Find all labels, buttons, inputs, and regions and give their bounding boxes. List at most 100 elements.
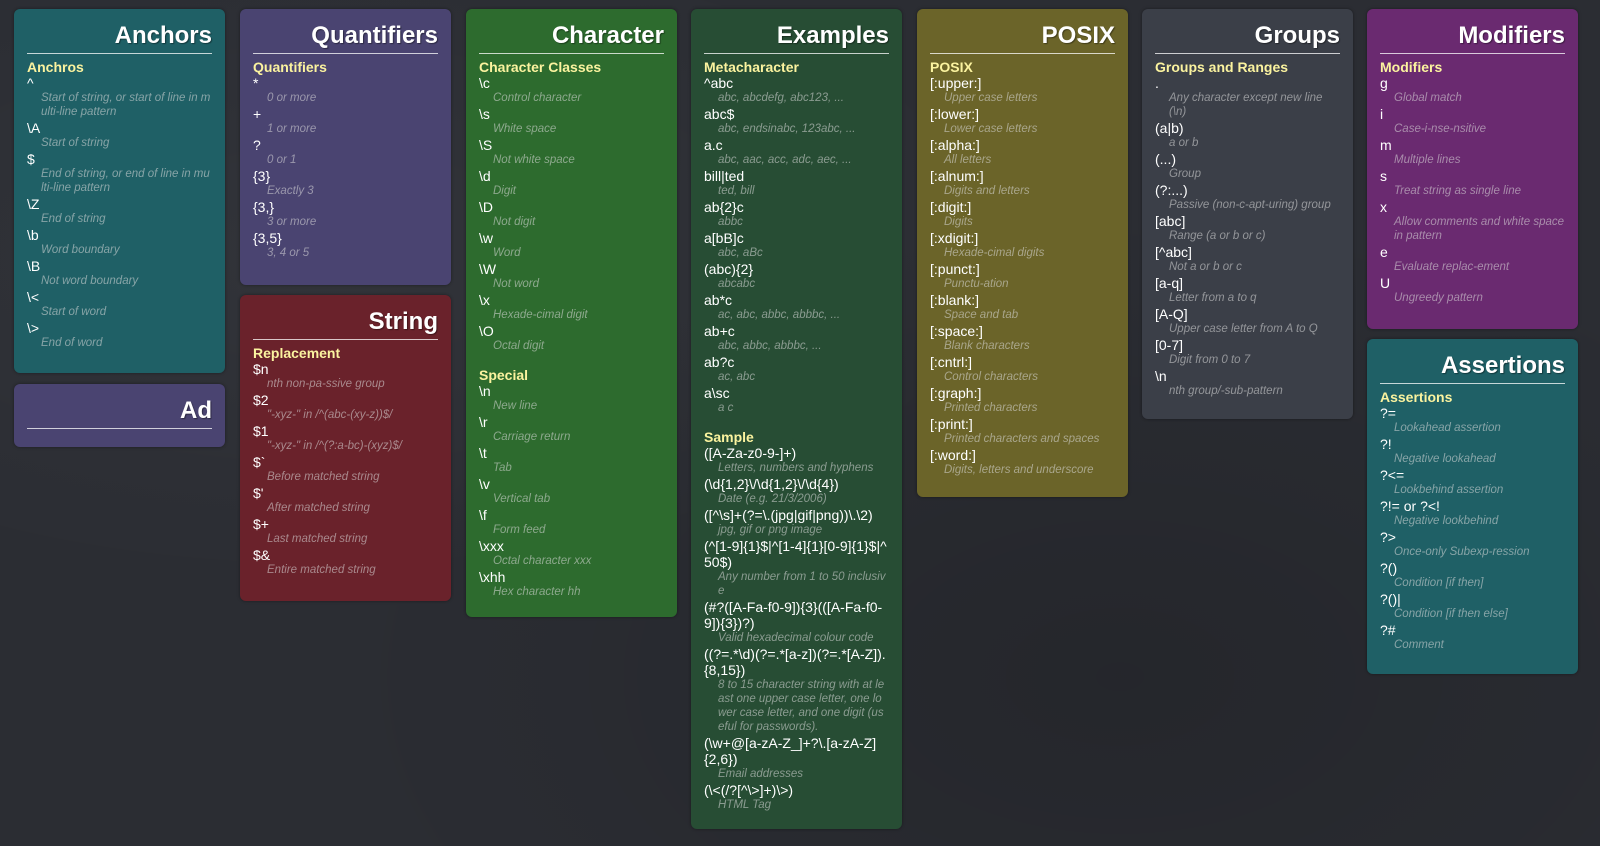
card-groups: Groups Groups and Ranges. Any character e… — [1142, 9, 1353, 419]
regex-term: ^ — [27, 75, 34, 91]
regex-term: ab{2}c — [704, 199, 744, 215]
regex-term: $` — [253, 454, 266, 470]
regex-description: Before matched string — [267, 471, 380, 483]
card-character: Character Character Classes \c Control cha… — [466, 9, 677, 617]
regex-description: Lookahead assertion — [1394, 422, 1501, 434]
regex-description: Digit from 0 to 7 — [1169, 354, 1251, 366]
regex-description: a or b — [1169, 137, 1199, 149]
regex-description: Lookbehind assertion — [1394, 484, 1504, 496]
regex-term: $n — [253, 361, 269, 377]
regex-description: abc, aac, acc, adc, aec, ... — [718, 154, 852, 166]
regex-description: nth non-pa-ssive group — [267, 378, 385, 390]
regex-term: (#?([A-Fa-f0-9]){3}(([A-Fa-f0-9]){3})?) — [704, 599, 883, 631]
regex-term: \w — [479, 230, 493, 246]
regex-description: Case-i-nse-nsitive — [1394, 123, 1487, 135]
regex-description: 0 or more — [267, 92, 317, 104]
regex-term: [^abc] — [1155, 244, 1192, 260]
regex-description: ac, abc, abbc, abbbc, ... — [718, 309, 841, 321]
regex-description: jpg, gif or png image — [718, 524, 823, 536]
regex-description: Not white space — [493, 154, 575, 166]
regex-term: (\d{1,2}\/\d{1,2}\/\d{4}) — [704, 476, 839, 492]
regex-description: Form feed — [493, 524, 546, 536]
regex-description: Upper case letter from A to Q — [1169, 323, 1318, 335]
regex-description: Control character — [493, 92, 582, 104]
regex-term: bill|ted — [704, 168, 745, 184]
regex-term: [abc] — [1155, 213, 1186, 229]
regex-term: ?!= or ?<! — [1380, 498, 1440, 514]
regex-description: Passive (non-c-apt-uring) group — [1169, 199, 1331, 211]
regex-term: U — [1380, 275, 1391, 291]
regex-term: [:lower:] — [930, 106, 980, 122]
regex-description: Not a or b or c — [1169, 261, 1242, 273]
regex-description: Any number from 1 to 50 inclusive — [718, 571, 886, 597]
regex-term: [0-7] — [1155, 337, 1184, 353]
regex-term: [:alnum:] — [930, 168, 984, 184]
regex-description: Entire matched string — [267, 564, 376, 576]
regex-description: a c — [718, 402, 734, 414]
regex-term: $' — [253, 485, 264, 501]
regex-term: {3,5} — [253, 230, 282, 246]
regex-term: [:blank:] — [930, 292, 980, 308]
regex-term: \O — [479, 323, 494, 339]
regex-term: $1 — [253, 423, 269, 439]
regex-term: [:cntrl:] — [930, 354, 973, 370]
regex-term: ((?=.*\d)(?=.*[a-z])(?=.*[A-Z]).{8,15}) — [704, 646, 886, 678]
regex-term: \s — [479, 106, 490, 122]
regex-term: \W — [479, 261, 497, 277]
card-string: String Replacement $n nth non-pa-ssive gro… — [240, 295, 451, 601]
regex-description: Start of string — [41, 137, 110, 149]
section-title: Anchros — [27, 59, 84, 75]
regex-description: abc, aBc — [718, 247, 763, 259]
regex-term: \n — [1155, 368, 1167, 384]
regex-description: Hex character hh — [493, 586, 581, 598]
regex-description: Evaluate replac-ement — [1394, 261, 1510, 273]
regex-description: Letters, numbers and hyphens — [718, 462, 874, 474]
regex-term: {3,} — [253, 199, 275, 215]
regex-description: Group — [1169, 168, 1201, 180]
card-body: Modifiers g Global match i Case-i-nse-nsitiv… — [1380, 59, 1565, 305]
regex-description: 1 or more — [267, 123, 317, 135]
regex-description: Digit — [493, 185, 517, 197]
regex-term: [:print:] — [930, 416, 973, 432]
regex-description: 0 or 1 — [267, 154, 297, 166]
regex-description: Not word — [493, 278, 540, 290]
regex-term: ?> — [1380, 529, 1396, 545]
regex-description: 8 to 15 character string with at least o… — [718, 679, 885, 733]
regex-description: Space and tab — [944, 309, 1019, 321]
regex-term: \b — [27, 227, 39, 243]
regex-term: \n — [479, 383, 491, 399]
regex-description: Carriage return — [493, 431, 571, 443]
regex-term: [a-q] — [1155, 275, 1184, 291]
regex-description: All letters — [944, 154, 992, 166]
regex-description: "-xyz-" in /^(abc-(xy-z))$/ — [267, 409, 393, 421]
card-body: Replacement $n nth non-pa-ssive group $2 "-x… — [253, 345, 438, 577]
card-title: Anchors — [27, 19, 212, 54]
card-title: Assertions — [1380, 349, 1565, 384]
regex-term: s — [1380, 168, 1387, 184]
regex-description: Digits — [944, 216, 973, 228]
regex-term: (\<(/?[^\>]+)\>) — [704, 782, 794, 798]
regex-description: End of word — [41, 337, 103, 349]
regex-term: [:upper:] — [930, 75, 982, 91]
regex-description: End of string, or end of line in multi-l… — [41, 168, 210, 194]
regex-description: Start of word — [41, 306, 107, 318]
regex-description: ac, abc — [718, 371, 756, 383]
regex-term: \xhh — [479, 569, 506, 585]
section-title: Replacement — [253, 345, 341, 361]
regex-description: Ungreedy pattern — [1394, 292, 1483, 304]
regex-description: End of string — [41, 213, 106, 225]
regex-description: New line — [493, 400, 538, 412]
regex-description: Control characters — [944, 371, 1038, 383]
card-body: Metacharacter ^abc abc, abcdefg, abc123, .… — [704, 59, 889, 812]
section-title: Character Classes — [479, 59, 602, 75]
regex-description: ted, bill — [718, 185, 755, 197]
regex-description: Condition [if then else] — [1394, 608, 1508, 620]
regex-description: Printed characters — [944, 402, 1038, 414]
section-title: Sample — [704, 429, 754, 445]
regex-term: (\w+@[a-zA-Z_]+?\.[a-zA-Z]{2,6}) — [704, 735, 877, 767]
regex-description: Range (a or b or c) — [1169, 230, 1266, 242]
regex-description: Valid hexadecimal colour code — [718, 632, 874, 644]
regex-description: Vertical tab — [493, 493, 551, 505]
regex-term: ?# — [1380, 622, 1396, 638]
regex-description: 3 or more — [267, 216, 317, 228]
